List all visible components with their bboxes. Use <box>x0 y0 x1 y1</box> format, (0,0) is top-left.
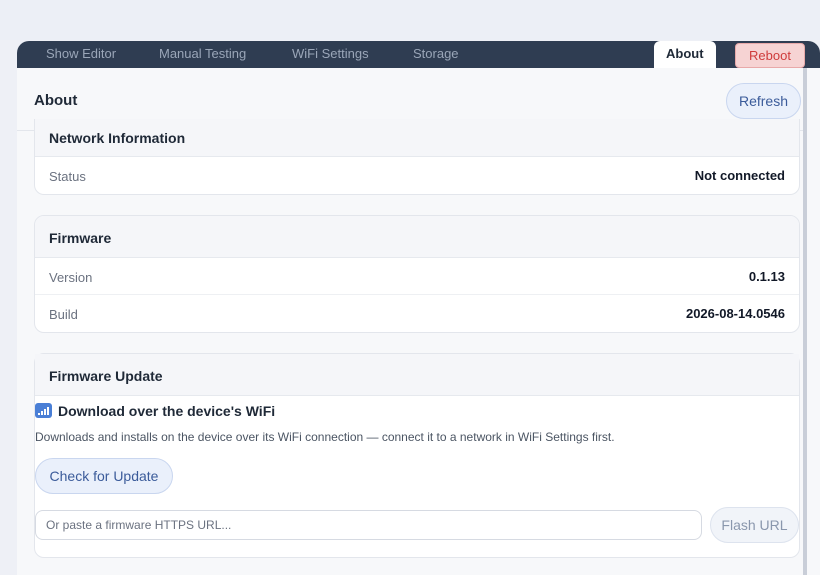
wifi-signal-icon <box>35 403 52 418</box>
firmware-update-card: Firmware Update Download over the device… <box>34 353 800 558</box>
firmware-card: Firmware Version 0.1.13 Build 2026-08-14… <box>34 215 800 333</box>
info-row-build: Build 2026-08-14.0546 <box>35 295 799 332</box>
flash-url-button[interactable]: Flash URL <box>710 507 799 543</box>
tab-wifi-settings[interactable]: WiFi Settings <box>292 46 369 61</box>
download-title-text: Download over the device's WiFi <box>58 403 276 419</box>
app-window: Show Editor Manual Testing WiFi Settings… <box>17 41 820 575</box>
build-value: 2026-08-14.0546 <box>685 306 785 321</box>
download-section-title: Download over the device's WiFi <box>35 403 275 419</box>
build-label: Build <box>49 307 78 322</box>
info-row-status: Status Not connected <box>35 157 799 194</box>
tab-manual-testing[interactable]: Manual Testing <box>159 46 246 61</box>
info-row-version: Version 0.1.13 <box>35 258 799 295</box>
version-label: Version <box>49 270 93 285</box>
page-title: About <box>34 92 78 109</box>
status-value: Not connected <box>694 168 785 183</box>
tab-bar: Show Editor Manual Testing WiFi Settings… <box>17 41 820 68</box>
refresh-button[interactable]: Refresh <box>726 83 801 119</box>
tab-about[interactable]: About <box>654 41 716 68</box>
firmware-url-input[interactable] <box>35 510 702 540</box>
top-strip <box>0 0 820 40</box>
firmware-update-title: Firmware Update <box>35 354 799 396</box>
scrollbar[interactable] <box>803 68 807 575</box>
network-info-title: Network Information <box>35 119 799 157</box>
network-info-card: Network Information Status Not connected <box>34 119 800 195</box>
reboot-button[interactable]: Reboot <box>735 43 805 68</box>
tab-show-editor[interactable]: Show Editor <box>46 46 116 61</box>
check-for-update-button[interactable]: Check for Update <box>35 458 173 494</box>
firmware-title: Firmware <box>35 216 799 258</box>
tab-storage[interactable]: Storage <box>413 46 459 61</box>
version-value: 0.1.13 <box>748 269 785 284</box>
download-description: Downloads and installs on the device ove… <box>35 430 615 444</box>
status-label: Status <box>49 169 86 184</box>
